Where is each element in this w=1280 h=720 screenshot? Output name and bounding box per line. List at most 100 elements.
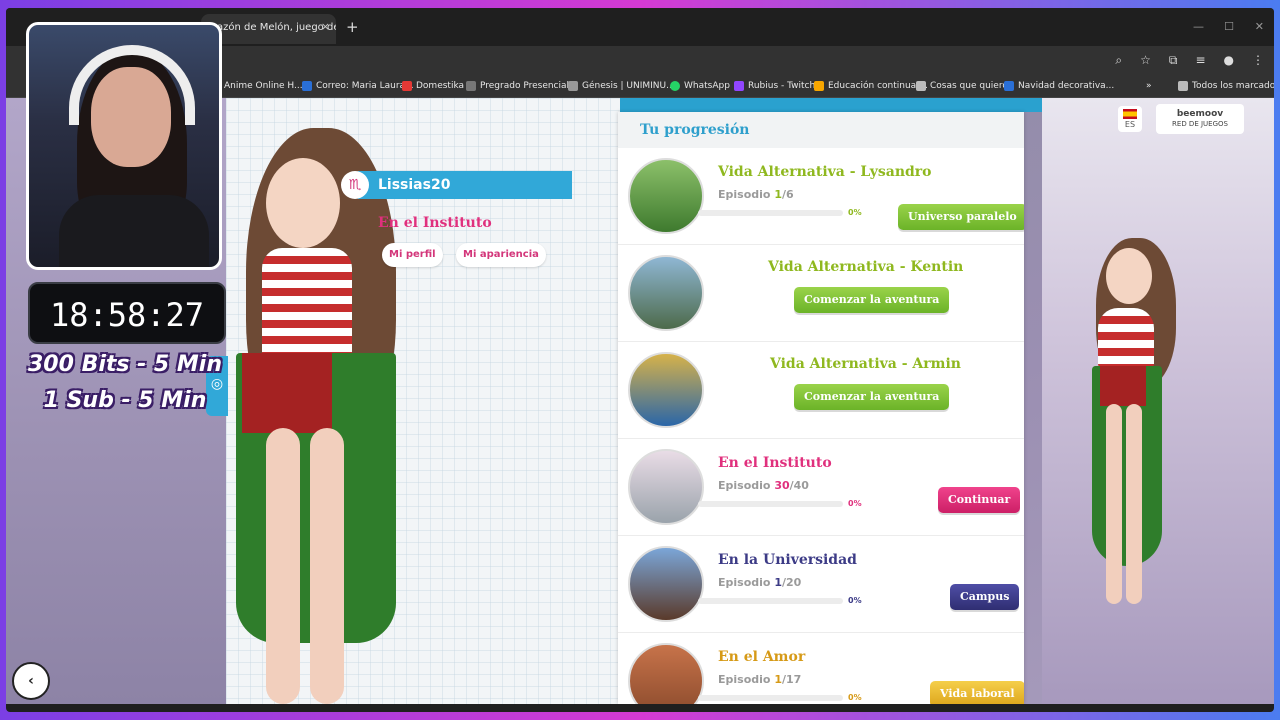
story-thumbnail	[628, 449, 704, 525]
story-thumbnail	[628, 255, 704, 331]
bookmark-label: Génesis | UNIMINU...	[582, 81, 675, 91]
brand-subtitle: RED DE JUEGOS	[1172, 120, 1228, 128]
bookmark-item[interactable]: Domestika	[402, 81, 464, 91]
bookmark-star-icon[interactable]: ☆	[1140, 53, 1151, 68]
folder-icon	[916, 81, 926, 91]
page-icon	[568, 81, 578, 91]
story-entry-universidad: En la Universidad Episodio 1/20 0% Campu…	[618, 536, 1024, 633]
brand-name: beemoov	[1176, 109, 1224, 119]
folder-icon	[1178, 81, 1188, 91]
bits-rule: 300 Bits - 5 Min	[27, 352, 222, 377]
bookmark-label: Navidad decorativa...	[1018, 81, 1115, 91]
bookmark-item[interactable]: WhatsApp	[670, 81, 730, 91]
story-title: Vida Alternativa - Kentin	[768, 259, 964, 275]
page-icon	[814, 81, 824, 91]
my-profile-button[interactable]: Mi perfil	[382, 243, 443, 267]
story-entry-kentin: Vida Alternativa - Kentin Comenzar la av…	[618, 245, 1024, 342]
sub-rule: 1 Sub - 5 Min	[43, 388, 207, 413]
media-icon[interactable]: ≡	[1195, 53, 1205, 68]
story-entry-lysandro: Vida Alternativa - Lysandro Episodio 1/6…	[618, 148, 1024, 245]
avatar-leg	[310, 428, 344, 704]
parallel-universe-button[interactable]: Universo paralelo	[898, 204, 1024, 230]
story-title: En el Amor	[718, 649, 806, 665]
bookmark-item[interactable]: Rubius - Twitch	[734, 81, 815, 91]
menu-icon[interactable]: ⋮	[1252, 53, 1264, 68]
whatsapp-icon	[670, 81, 680, 91]
my-appearance-button[interactable]: Mi apariencia	[456, 243, 546, 267]
bookmark-label: Cosas que quiero	[930, 81, 1008, 91]
character-top	[1098, 308, 1154, 368]
progress-percent: 0%	[848, 596, 862, 605]
twitch-icon	[734, 81, 744, 91]
maximize-icon[interactable]: ☐	[1224, 20, 1234, 33]
story-title: Vida Alternativa - Lysandro	[718, 164, 932, 180]
all-bookmarks-label: Todos los marcadores	[1192, 81, 1274, 91]
story-thumbnail	[628, 546, 704, 622]
episode-label: Episodio	[718, 188, 771, 201]
bookmark-item[interactable]: Génesis | UNIMINU...	[568, 81, 675, 91]
mail-icon	[302, 81, 312, 91]
campus-button[interactable]: Campus	[950, 584, 1020, 610]
beemoov-logo[interactable]: beemoov RED DE JUEGOS	[1156, 104, 1244, 134]
bookmark-label: WhatsApp	[684, 81, 730, 91]
toolbar-icons: ⌕ ☆ ⧉ ≡ ● ⋮	[1115, 53, 1264, 68]
bookmark-item[interactable]: Cosas que quiero	[916, 81, 1008, 91]
zoom-icon[interactable]: ⌕	[1115, 53, 1122, 68]
story-title: Vida Alternativa - Armin	[770, 356, 961, 372]
progress-percent: 0%	[848, 208, 862, 217]
bookmark-label: Educación continua:...	[828, 81, 928, 91]
character-leg	[1106, 404, 1122, 604]
language-label: ES	[1124, 120, 1136, 129]
stream-timer: 18:58:27	[28, 282, 226, 344]
avatar-top	[262, 248, 352, 358]
progress-bar	[698, 695, 843, 701]
more-bookmarks-icon[interactable]: »	[1146, 81, 1152, 91]
bookmark-item[interactable]: Educación continua:...	[814, 81, 928, 91]
episode-total: /20	[781, 576, 802, 589]
episode-count: Episodio 1/6	[718, 188, 794, 201]
progress-percent: 0%	[848, 499, 862, 508]
work-life-button[interactable]: Vida laboral	[930, 681, 1024, 704]
bookmark-item[interactable]: Correo: Maria Laura...	[302, 81, 414, 91]
all-bookmarks[interactable]: Todos los marcadores	[1178, 81, 1274, 91]
start-adventure-button[interactable]: Comenzar la aventura	[794, 287, 950, 313]
bookmark-item[interactable]: Anime Online H...	[224, 81, 303, 91]
episode-current: 1	[774, 673, 782, 686]
story-entry-instituto: En el Instituto Episodio 30/40 0% Contin…	[618, 439, 1024, 536]
bookmark-label: Rubius - Twitch	[748, 81, 816, 91]
bookmark-item[interactable]: Pregrado Presencial...	[466, 81, 578, 91]
language-flag-icon[interactable]: ES	[1118, 106, 1142, 132]
bookmark-label: Domestika	[416, 81, 465, 91]
episode-label: Episodio	[718, 576, 771, 589]
episode-count: Episodio 1/17	[718, 673, 801, 686]
browser-window: azón de Melón, juego de ar × + — ☐ ✕ ⌕ ☆…	[6, 8, 1274, 712]
new-tab-button[interactable]: +	[346, 18, 359, 36]
episode-count: Episodio 30/40	[718, 479, 809, 492]
profile-icon[interactable]: ●	[1224, 53, 1234, 68]
minimize-icon[interactable]: —	[1193, 20, 1204, 33]
current-episode-label: En el Instituto	[378, 215, 492, 231]
episode-total: /6	[781, 188, 794, 201]
story-thumbnail	[628, 352, 704, 428]
character-head	[1106, 248, 1152, 304]
continue-button[interactable]: Continuar	[938, 487, 1021, 513]
close-window-icon[interactable]: ✕	[1255, 20, 1264, 33]
page-icon	[1004, 81, 1014, 91]
start-adventure-button[interactable]: Comenzar la aventura	[794, 384, 950, 410]
zodiac-icon: ♏	[341, 171, 369, 199]
character-leg	[1126, 404, 1142, 604]
episode-current: 1	[774, 188, 782, 201]
episode-count: Episodio 1/20	[718, 576, 801, 589]
extensions-icon[interactable]: ⧉	[1169, 53, 1178, 68]
bookmark-label: Pregrado Presencial...	[480, 81, 578, 91]
back-icon[interactable]: ‹	[12, 662, 50, 700]
bookmark-item[interactable]: Navidad decorativa...	[1004, 81, 1114, 91]
story-thumbnail	[628, 158, 704, 234]
progress-bar	[698, 501, 843, 507]
tab-title: azón de Melón, juego de ar	[217, 22, 336, 33]
story-thumbnail	[628, 643, 704, 704]
bookmark-label: Anime Online H...	[224, 81, 303, 91]
story-title: En el Instituto	[718, 455, 832, 471]
tab-close-icon[interactable]: ×	[321, 20, 330, 33]
webcam-body	[59, 195, 209, 267]
